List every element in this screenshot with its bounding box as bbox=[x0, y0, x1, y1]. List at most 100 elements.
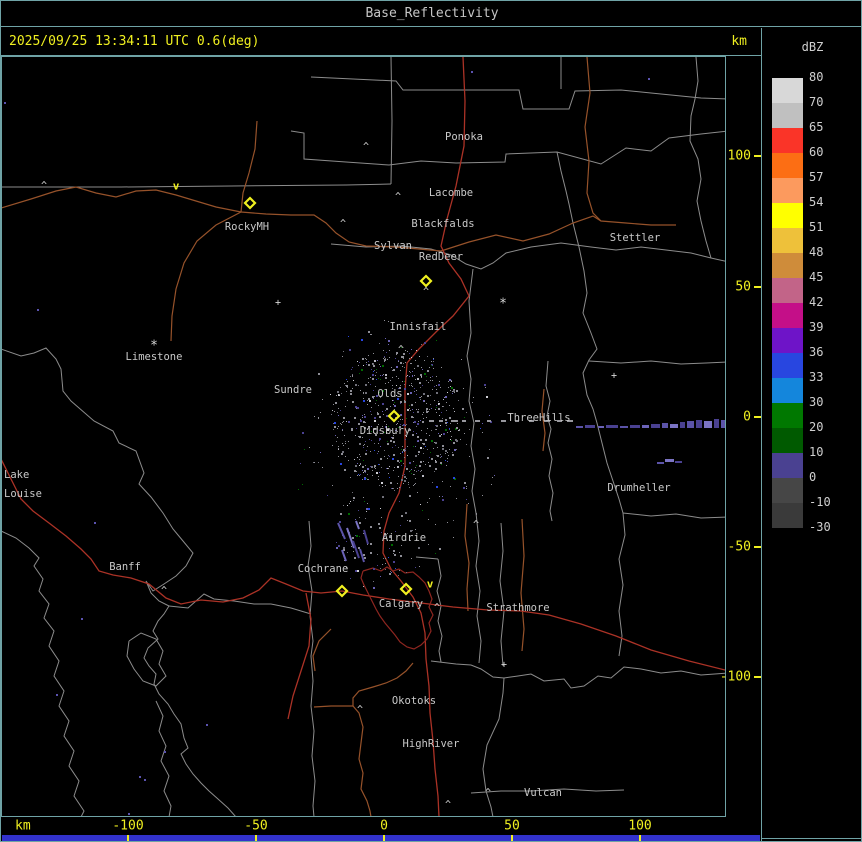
clutter-speckle bbox=[368, 508, 370, 510]
clutter-speckle bbox=[309, 447, 310, 448]
site-diamond-icon bbox=[243, 196, 257, 210]
clutter-speckle bbox=[413, 431, 414, 432]
clutter-speckle bbox=[404, 400, 405, 401]
clutter-speckle bbox=[398, 421, 399, 422]
clutter-speckle bbox=[426, 380, 427, 381]
clutter-speckle bbox=[318, 417, 319, 418]
echo-streak bbox=[337, 522, 346, 540]
clutter-speckle bbox=[428, 544, 429, 545]
clutter-speckle bbox=[336, 547, 338, 549]
clutter-speckle bbox=[415, 567, 416, 568]
clutter-speckle bbox=[345, 385, 346, 386]
clutter-speckle bbox=[417, 492, 418, 493]
clutter-speckle bbox=[437, 447, 438, 448]
primary-highways bbox=[2, 57, 725, 816]
clutter-speckle bbox=[393, 553, 394, 554]
clutter-speckle bbox=[395, 358, 396, 359]
clutter-speckle bbox=[447, 458, 448, 459]
clutter-speckle bbox=[298, 489, 299, 490]
clutter-speckle bbox=[313, 462, 314, 463]
clutter-speckle bbox=[362, 358, 364, 360]
clutter-speckle bbox=[400, 453, 401, 454]
clutter-speckle bbox=[459, 429, 460, 430]
clutter-speckle bbox=[314, 416, 315, 417]
clutter-speckle bbox=[447, 422, 448, 423]
clutter-speckle bbox=[370, 466, 371, 467]
clutter-speckle bbox=[405, 439, 406, 440]
clutter-speckle bbox=[424, 342, 426, 344]
clutter-speckle bbox=[331, 414, 332, 415]
clutter-speckle bbox=[397, 483, 398, 484]
clutter-speckle bbox=[427, 395, 429, 397]
echo-line-segment bbox=[687, 421, 694, 428]
clutter-speckle bbox=[406, 478, 407, 479]
colorbar-tick-label: 80 bbox=[809, 70, 824, 84]
clutter-speckle bbox=[469, 429, 470, 430]
clutter-speckle bbox=[448, 387, 449, 388]
clutter-speckle bbox=[410, 363, 411, 364]
clutter-speckle bbox=[334, 411, 335, 412]
clutter-speckle bbox=[425, 446, 426, 447]
site-diamond-icon bbox=[387, 409, 401, 423]
clutter-speckle bbox=[400, 362, 402, 364]
clutter-speckle bbox=[452, 454, 454, 456]
clutter-speckle bbox=[421, 396, 422, 397]
clutter-speckle bbox=[338, 408, 339, 409]
clutter-speckle bbox=[431, 408, 432, 409]
clutter-speckle bbox=[404, 384, 405, 385]
clutter-speckle bbox=[384, 361, 385, 362]
clutter-speckle bbox=[380, 458, 382, 460]
bottom-axis-tick bbox=[511, 835, 513, 841]
clutter-speckle bbox=[352, 388, 353, 389]
colorbar-tick-label: -30 bbox=[809, 520, 831, 534]
clutter-speckle bbox=[340, 463, 342, 465]
clutter-speckle bbox=[411, 385, 412, 386]
clutter-speckle bbox=[388, 340, 390, 342]
clutter-speckle bbox=[419, 397, 420, 398]
clutter-speckle bbox=[421, 430, 422, 431]
clutter-speckle bbox=[423, 461, 424, 462]
clutter-speckle bbox=[332, 410, 333, 411]
clutter-speckle bbox=[360, 419, 361, 420]
clutter-speckle bbox=[344, 469, 346, 471]
right-axis-tick bbox=[754, 546, 761, 548]
clutter-speckle bbox=[417, 365, 419, 367]
clutter-speckle bbox=[374, 467, 375, 468]
colorbar-tick-label: 33 bbox=[809, 370, 824, 384]
clutter-speckle bbox=[368, 331, 370, 333]
clutter-speckle bbox=[302, 432, 304, 434]
clutter-speckle bbox=[373, 581, 374, 582]
clutter-speckle bbox=[429, 435, 430, 436]
clutter-speckle bbox=[363, 497, 364, 498]
clutter-speckle bbox=[383, 374, 384, 375]
clutter-speckle bbox=[370, 543, 372, 545]
clutter-speckle bbox=[452, 452, 453, 453]
clutter-speckle bbox=[451, 440, 452, 441]
colorbar-swatch bbox=[772, 403, 803, 428]
clutter-speckle bbox=[353, 497, 355, 499]
echo-patch bbox=[675, 461, 682, 463]
clutter-speckle bbox=[393, 454, 395, 456]
clutter-speckle bbox=[337, 391, 339, 393]
right-axis-tick-label: -100 bbox=[720, 670, 751, 685]
clutter-speckle bbox=[342, 422, 343, 423]
clutter-speckle bbox=[362, 437, 363, 438]
clutter-speckle bbox=[327, 495, 328, 496]
radar-map-display[interactable]: Ponoka Lacombe Blackfalds Sylvan RedDeer Stet… bbox=[1, 1, 862, 842]
clutter-speckle bbox=[394, 402, 395, 403]
clutter-speckle bbox=[357, 463, 358, 464]
clutter-speckle bbox=[346, 541, 347, 542]
clutter-speckle bbox=[363, 421, 365, 423]
clutter-speckle bbox=[449, 428, 450, 429]
clutter-speckle bbox=[393, 441, 395, 443]
clutter-speckle bbox=[409, 385, 410, 386]
city-label: Sundre bbox=[274, 384, 312, 396]
clutter-speckle bbox=[340, 423, 341, 424]
colorbar-swatch bbox=[772, 303, 803, 328]
clutter-speckle bbox=[399, 487, 400, 488]
clutter-speckle bbox=[389, 456, 390, 457]
clutter-speckle bbox=[402, 446, 403, 447]
clutter-speckle bbox=[346, 421, 347, 422]
bottom-axis-tick bbox=[255, 835, 257, 841]
clutter-speckle bbox=[364, 416, 366, 418]
